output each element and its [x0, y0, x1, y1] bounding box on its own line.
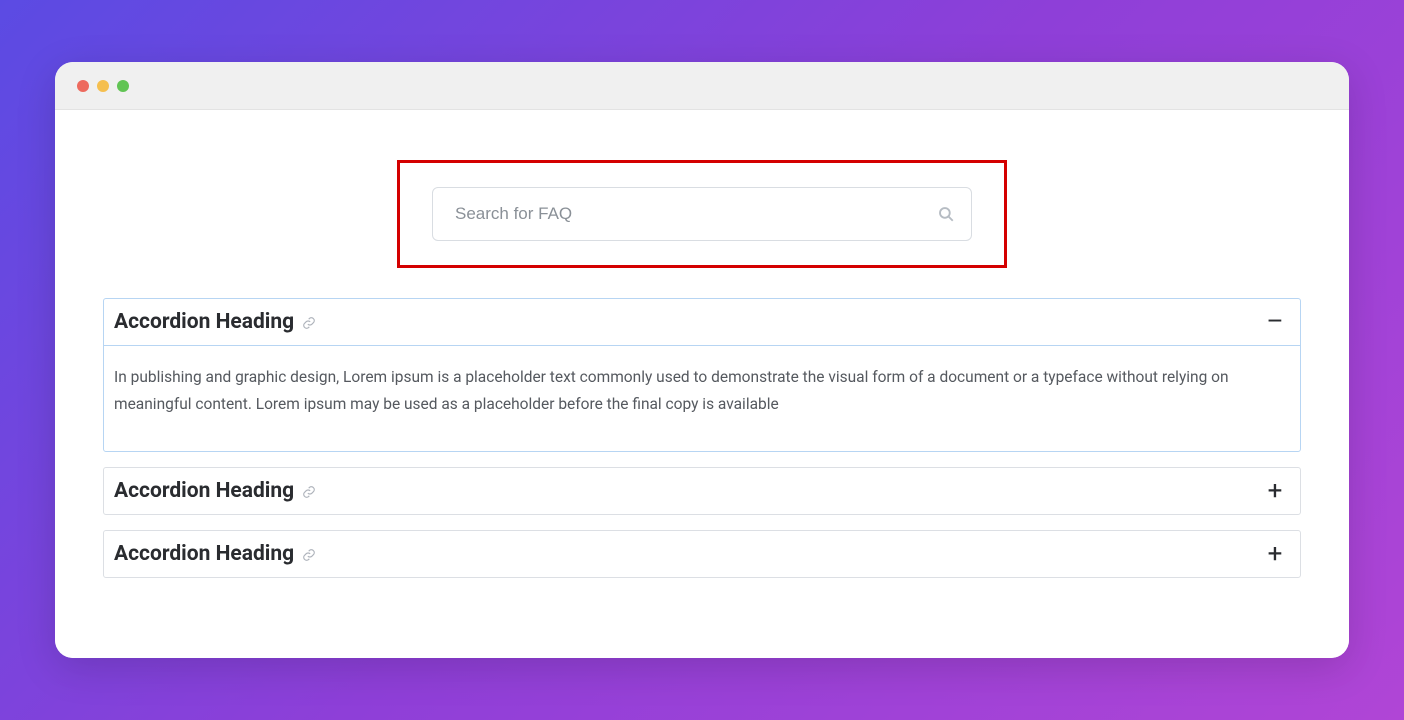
- accordion-body: In publishing and graphic design, Lorem …: [104, 346, 1300, 451]
- accordion-title-wrap: Accordion Heading: [114, 542, 316, 566]
- close-window-button[interactable]: [77, 80, 89, 92]
- accordion-header[interactable]: Accordion Heading +: [104, 468, 1300, 514]
- search-box[interactable]: [432, 187, 972, 241]
- search-input[interactable]: [455, 204, 921, 224]
- search-icon: [937, 205, 955, 223]
- accordion-title: Accordion Heading: [114, 542, 294, 566]
- collapse-icon[interactable]: –: [1264, 309, 1286, 335]
- accordion: Accordion Heading – In publishing and gr…: [103, 298, 1301, 578]
- accordion-item: Accordion Heading – In publishing and gr…: [103, 298, 1301, 452]
- accordion-title-wrap: Accordion Heading: [114, 479, 316, 503]
- accordion-header[interactable]: Accordion Heading –: [104, 299, 1300, 346]
- link-icon[interactable]: [302, 484, 316, 498]
- accordion-title: Accordion Heading: [114, 310, 294, 334]
- minimize-window-button[interactable]: [97, 80, 109, 92]
- expand-icon[interactable]: +: [1264, 541, 1286, 567]
- expand-icon[interactable]: +: [1264, 478, 1286, 504]
- accordion-item: Accordion Heading +: [103, 467, 1301, 515]
- page-content: Accordion Heading – In publishing and gr…: [55, 110, 1349, 658]
- search-highlight-box: [397, 160, 1007, 268]
- accordion-header[interactable]: Accordion Heading +: [104, 531, 1300, 577]
- link-icon[interactable]: [302, 547, 316, 561]
- accordion-title-wrap: Accordion Heading: [114, 310, 316, 334]
- window-titlebar: [55, 62, 1349, 110]
- maximize-window-button[interactable]: [117, 80, 129, 92]
- app-window: Accordion Heading – In publishing and gr…: [55, 62, 1349, 658]
- accordion-title: Accordion Heading: [114, 479, 294, 503]
- accordion-item: Accordion Heading +: [103, 530, 1301, 578]
- link-icon[interactable]: [302, 315, 316, 329]
